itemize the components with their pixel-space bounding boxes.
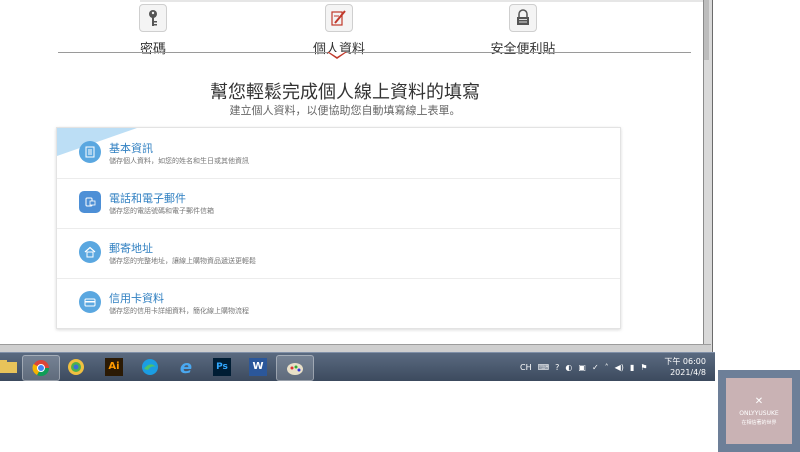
clock-time: 下午 06:00 bbox=[664, 357, 706, 366]
ime-icon[interactable]: ◐ bbox=[565, 363, 572, 372]
list-item-phone-email[interactable]: 電話和電子郵件 儲存您的電話號碼和電子郵件信箱 bbox=[57, 178, 620, 229]
edit-pen-icon bbox=[325, 4, 353, 32]
list-item-desc: 儲存個人資料，如您的姓名和生日或其他資訊 bbox=[109, 157, 249, 165]
watermark-subtitle: 在相信著的世界 bbox=[741, 420, 777, 426]
notes-icon[interactable]: ▣ bbox=[578, 363, 586, 372]
list-item-address[interactable]: 郵寄地址 儲存您的完整地址，讓線上購物資品遞送更輕鬆 bbox=[57, 228, 620, 279]
watermark-title: ONLYYUSUKE bbox=[739, 410, 779, 417]
tab-password[interactable]: 密碼 bbox=[118, 0, 188, 57]
watermark-x-icon: ✕ bbox=[754, 396, 764, 407]
color-picker-icon[interactable] bbox=[58, 355, 94, 379]
page-title: 幫您輕鬆完成個人線上資料的填寫 bbox=[210, 82, 480, 103]
list-item-desc: 儲存您的信用卡詳細資料，簡化線上購物流程 bbox=[109, 307, 249, 315]
list-item-title: 信用卡資料 bbox=[109, 292, 164, 305]
flag-icon[interactable]: ⚑ bbox=[640, 363, 647, 372]
clock[interactable]: 下午 06:00 2021/4/8 bbox=[662, 356, 706, 378]
word-label: W bbox=[249, 358, 267, 376]
paint-icon[interactable] bbox=[276, 355, 314, 381]
tab-personal-info[interactable]: 個人資料 bbox=[294, 0, 384, 57]
tab-secure-notes-label: 安全便利貼 bbox=[490, 42, 556, 57]
photoshop-icon[interactable]: Ps bbox=[204, 355, 240, 379]
id-card-icon bbox=[79, 141, 101, 163]
credit-card-icon bbox=[79, 291, 101, 313]
keyboard-icon[interactable]: ⌨ bbox=[538, 363, 550, 372]
volume-icon[interactable]: ◀) bbox=[615, 363, 624, 372]
word-icon[interactable]: W bbox=[240, 355, 276, 379]
key-icon bbox=[139, 4, 167, 32]
lock-icon bbox=[509, 4, 537, 32]
photoshop-label: Ps bbox=[213, 358, 231, 376]
list-item-credit-card[interactable]: 信用卡資料 儲存您的信用卡詳細資料，簡化線上購物流程 bbox=[57, 278, 620, 328]
illustrator-icon[interactable]: Ai bbox=[96, 355, 132, 379]
profile-card: 基本資訊 儲存個人資料，如您的姓名和生日或其他資訊 電話和電子郵件 儲存您的電話… bbox=[56, 127, 621, 329]
list-item-title: 基本資訊 bbox=[109, 142, 153, 155]
browser-window: 密碼 個人資料 安全便利貼 幫您輕鬆完成個人線上資料的填寫 建立個人資料，以便協… bbox=[0, 0, 711, 350]
tab-password-label: 密碼 bbox=[139, 42, 166, 57]
page-subtitle: 建立個人資料，以便協助您自動填寫線上表單。 bbox=[229, 104, 461, 117]
top-divider bbox=[140, 0, 703, 2]
tab-underline bbox=[58, 52, 691, 53]
tab-secure-notes[interactable]: 安全便利貼 bbox=[478, 0, 568, 57]
watermark: ✕ ONLYYUSUKE 在相信著的世界 bbox=[718, 370, 800, 452]
system-tray: CH ⌨ ? ◐ ▣ ✓ ˄ ◀) ▮ ⚑ bbox=[520, 359, 648, 375]
chevron-up-icon[interactable]: ˄ bbox=[605, 363, 609, 372]
clock-date: 2021/4/8 bbox=[670, 368, 706, 377]
window-scrollbar-thumb[interactable] bbox=[704, 0, 709, 60]
home-icon bbox=[79, 241, 101, 263]
security-icon[interactable]: ✓ bbox=[592, 363, 599, 372]
help-icon[interactable]: ? bbox=[555, 363, 559, 372]
illustrator-label: Ai bbox=[105, 358, 123, 376]
list-item-desc: 儲存您的完整地址，讓線上購物資品遞送更輕鬆 bbox=[109, 257, 256, 265]
chrome-icon[interactable] bbox=[22, 355, 60, 381]
list-item-desc: 儲存您的電話號碼和電子郵件信箱 bbox=[109, 207, 214, 215]
active-tab-caret-inner bbox=[329, 52, 345, 57]
edge-icon[interactable] bbox=[132, 355, 168, 379]
language-indicator[interactable]: CH bbox=[520, 363, 532, 372]
list-item-basic-info[interactable]: 基本資訊 儲存個人資料，如您的姓名和生日或其他資訊 bbox=[57, 128, 620, 179]
list-item-title: 郵寄地址 bbox=[109, 242, 153, 255]
phone-mail-icon bbox=[79, 191, 101, 213]
network-icon[interactable]: ▮ bbox=[630, 363, 634, 372]
taskbar: Ai e Ps W CH ⌨ ? ◐ ▣ ✓ ˄ ◀) ▮ ⚑ 下午 06:00… bbox=[0, 352, 715, 381]
ie-icon[interactable]: e bbox=[168, 355, 204, 379]
list-item-title: 電話和電子郵件 bbox=[109, 192, 186, 205]
watermark-badge: ✕ ONLYYUSUKE 在相信著的世界 bbox=[726, 378, 792, 444]
